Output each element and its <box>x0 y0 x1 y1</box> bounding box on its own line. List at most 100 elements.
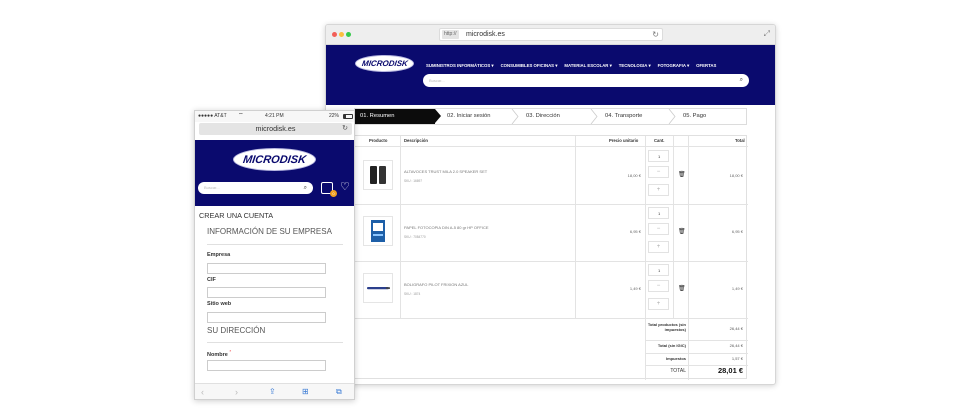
qty-decrease-button[interactable]: − <box>648 280 669 292</box>
step-iniciar-sesion[interactable]: 02. Iniciar sesión <box>439 109 519 124</box>
trash-icon[interactable]: 🗑 <box>678 171 686 178</box>
reload-icon[interactable]: ↻ <box>342 123 348 135</box>
microdisk-logo[interactable]: MICRODISK <box>233 148 316 171</box>
microdisk-logo[interactable]: MICRODISK <box>355 55 414 72</box>
site-header: MICRODISK SUMINISTROS INFORMÁTICOS ▾ CON… <box>326 45 775 105</box>
nav-item-fotografia[interactable]: FOTOGRAFIA ▾ <box>658 62 690 70</box>
cart-count-badge: 0 <box>330 190 337 197</box>
product-image-pen[interactable] <box>363 273 393 303</box>
taxes-value: 1,57 € <box>731 356 743 361</box>
url-host: microdisk.es <box>255 124 296 133</box>
divider <box>207 342 343 343</box>
qty-decrease-button[interactable]: − <box>648 223 669 235</box>
col-header-qty: Cant. <box>654 138 665 143</box>
status-bar: ●●●●● AT&T ⌔ 4:21 PM 22% <box>195 111 354 122</box>
checkout-steps: 01. Resumen 02. Iniciar sesión 03. Direc… <box>354 108 747 125</box>
taxes-label: Impuestos <box>665 356 686 361</box>
grand-total-value: 28,01 € <box>717 366 743 375</box>
step-resumen[interactable]: 01. Resumen <box>355 109 441 124</box>
step-pago[interactable]: 05. Pago <box>675 109 745 124</box>
qty-increase-button[interactable]: + <box>648 241 669 253</box>
step-transporte[interactable]: 04. Transporte <box>597 109 677 124</box>
total-products-value: 26,44 € <box>729 326 743 331</box>
name-input[interactable] <box>207 360 326 371</box>
minimize-window-button[interactable] <box>339 32 344 37</box>
wifi-icon: ⌔ <box>238 113 244 119</box>
qty-increase-button[interactable]: + <box>648 298 669 310</box>
close-window-button[interactable] <box>332 32 337 37</box>
nav-item-ofertas[interactable]: OFERTAS <box>696 62 716 70</box>
clock: 4:21 PM <box>265 113 284 119</box>
item-description[interactable]: ALTAVOCES TRUST MILA 2.0 SPEAKER SET <box>404 169 487 174</box>
item-sku: SKU : 16697 <box>404 179 423 183</box>
bookmarks-icon[interactable]: ⊞ <box>302 387 309 396</box>
address-bar[interactable]: http:// microdisk.es ↻ <box>439 28 663 41</box>
product-image-paper[interactable] <box>363 216 393 246</box>
section-company-heading: INFORMACIÓN DE SU EMPRESA <box>207 227 332 236</box>
qty-decrease-button[interactable]: − <box>648 166 669 178</box>
required-mark: * <box>229 349 232 354</box>
row-divider <box>355 204 748 205</box>
company-label: Empresa <box>207 252 231 258</box>
product-image-speakers[interactable] <box>363 160 393 190</box>
battery-icon <box>343 114 353 119</box>
total-products-label: Total productos (sin impuestos) <box>647 322 686 332</box>
browser-toolbar: http:// microdisk.es ↻ ⤢ <box>326 25 775 45</box>
col-header-product: Producto <box>369 138 388 143</box>
cif-input[interactable] <box>207 287 326 298</box>
safari-toolbar: ‹ › ⇪ ⊞ ⧉ <box>195 383 354 399</box>
site-header: MICRODISK Buscar... ⌕ 0 ♡ <box>195 140 354 206</box>
name-label: Nombre * <box>207 349 232 358</box>
nav-item-material-escolar[interactable]: MATERIAL ESCOLAR ▾ <box>564 62 611 70</box>
total-no-igic-label: Total (sin IGIC) <box>657 343 686 348</box>
tabs-icon[interactable]: ⧉ <box>336 387 342 397</box>
row-divider <box>355 261 748 262</box>
nav-item-consumibles[interactable]: CONSUMIBLES OFICINAS ▾ <box>501 62 558 70</box>
quantity-input[interactable]: 1 <box>648 150 669 162</box>
search-icon[interactable]: ⌕ <box>304 182 307 194</box>
item-total: 6,95 € <box>731 229 743 234</box>
col-header-total: Total <box>735 138 745 143</box>
website-input[interactable] <box>207 312 326 323</box>
heart-icon[interactable]: ♡ <box>340 180 350 193</box>
nav-item-suministros[interactable]: SUMINISTROS INFORMÁTICOS ▾ <box>426 62 494 70</box>
step-direccion[interactable]: 03. Dirección <box>518 109 598 124</box>
address-bar[interactable]: microdisk.es ↻ <box>199 123 352 135</box>
company-input[interactable] <box>207 263 326 274</box>
trash-icon[interactable]: 🗑 <box>678 228 686 235</box>
total-no-igic-value: 26,44 € <box>729 343 743 348</box>
reload-icon[interactable]: ↻ <box>652 29 659 40</box>
row-divider <box>355 146 748 147</box>
maximize-window-button[interactable] <box>346 32 351 37</box>
trash-icon[interactable]: 🗑 <box>678 285 686 292</box>
cif-label: CIF <box>207 277 216 283</box>
search-input[interactable]: Buscar... ⌕ <box>423 74 749 87</box>
item-sku: SKU : 1874 <box>404 292 421 296</box>
forward-icon[interactable]: › <box>235 387 238 397</box>
quantity-input[interactable]: 1 <box>648 264 669 276</box>
fullscreen-icon[interactable]: ⤢ <box>764 29 770 39</box>
col-divider <box>400 136 401 318</box>
quantity-input[interactable]: 1 <box>648 207 669 219</box>
search-input[interactable]: Buscar... ⌕ <box>198 182 313 194</box>
share-icon[interactable]: ⇪ <box>269 387 276 396</box>
grand-total-label: TOTAL <box>670 368 686 374</box>
section-address-heading: SU DIRECCIÓN <box>207 326 266 335</box>
main-navigation: SUMINISTROS INFORMÁTICOS ▾ CONSUMIBLES O… <box>426 62 716 70</box>
search-icon[interactable]: ⌕ <box>740 74 743 87</box>
nav-item-tecnologia[interactable]: TECNOLOGIA ▾ <box>619 62 651 70</box>
item-description[interactable]: BOLIGRAFO PILOT FRIXION AZUL <box>404 282 468 287</box>
qty-increase-button[interactable]: + <box>648 184 669 196</box>
carrier-label: ●●●●● AT&T <box>198 113 227 119</box>
col-header-unit-price: Precio unitario <box>609 138 639 143</box>
item-unit-price: 18,00 € <box>627 173 641 178</box>
item-description[interactable]: PAPEL FOTOCOPIA DIN A-5 80 gr HP OFFICE <box>404 225 489 230</box>
row-divider <box>645 340 748 341</box>
divider <box>207 244 343 245</box>
back-icon[interactable]: ‹ <box>201 387 204 397</box>
item-unit-price: 1,49 € <box>629 286 641 291</box>
url-protocol: http:// <box>442 30 459 39</box>
item-sku: SKU : 7084770 <box>404 235 426 239</box>
website-label: Sitio web <box>207 301 232 307</box>
mobile-browser: ●●●●● AT&T ⌔ 4:21 PM 22% microdisk.es ↻ … <box>194 110 355 400</box>
